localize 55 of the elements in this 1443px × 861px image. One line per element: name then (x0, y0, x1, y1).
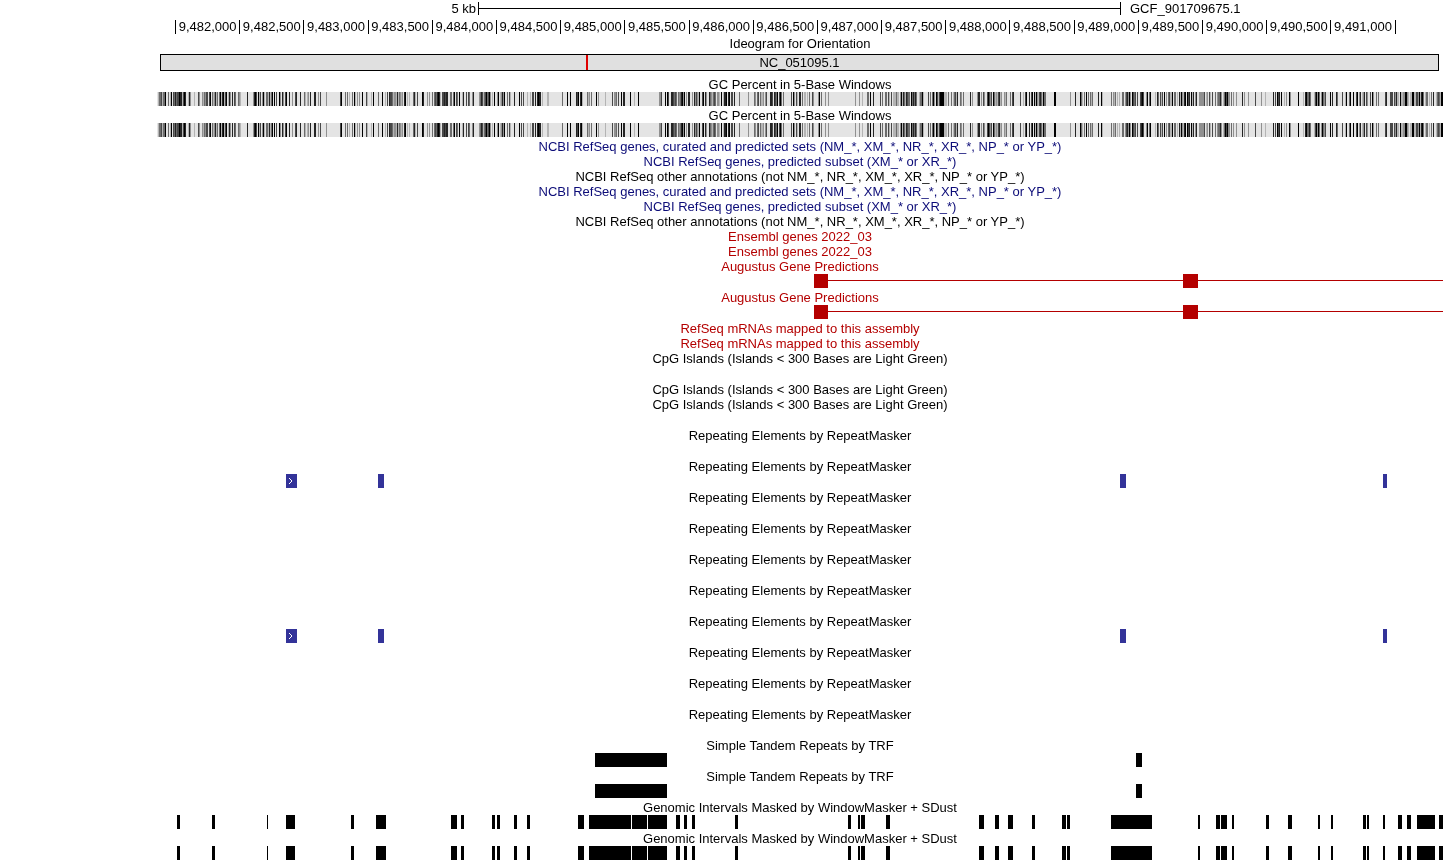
track-title: NCBI RefSeq genes, curated and predicted sets (NM_*, XM_*, NR_*, XR_*, NP_* or YP_*) (538, 184, 1062, 199)
chromosome-name: NC_051095.1 (759, 55, 840, 70)
track-title: Genomic Intervals Masked by WindowMasker + SDust (643, 831, 957, 846)
track-title: NCBI RefSeq genes, predicted subset (XM_* or XR_*) (643, 154, 957, 169)
track-title: Repeating Elements by RepeatMasker (688, 614, 912, 629)
ruler-tick-label: 9,488,500 (1012, 17, 1072, 36)
track-title: Repeating Elements by RepeatMasker (688, 490, 912, 505)
track-title: RefSeq mRNAs mapped to this assembly (680, 321, 920, 336)
track-title: CpG Islands (Islands < 300 Bases are Light Green) (652, 382, 948, 397)
track-title: Augustus Gene Predictions (721, 290, 879, 305)
track-title: Repeating Elements by RepeatMasker (688, 583, 912, 598)
track-title: Repeating Elements by RepeatMasker (688, 521, 912, 536)
track-title: Repeating Elements by RepeatMasker (688, 645, 912, 660)
track-title: Augustus Gene Predictions (721, 259, 879, 274)
track-title: NCBI RefSeq genes, predicted subset (XM_* or XR_*) (643, 199, 957, 214)
ruler-tick-label: 9,490,500 (1268, 17, 1329, 36)
track-title: Repeating Elements by RepeatMasker (688, 459, 912, 474)
ruler-tick-label: 9,490,000 (1204, 17, 1265, 36)
ruler-tick-label: 9,487,000 (819, 17, 880, 36)
track-title: GC Percent in 5-Base Windows (708, 108, 892, 123)
ruler-tick-label: 9,486,500 (755, 17, 816, 36)
track-title: NCBI RefSeq other annotations (not NM_*, NR_*, XM_*, XR_*, NP_* or YP_*) (575, 214, 1025, 229)
assembly-name: GCF_901709675.1 (1130, 0, 1241, 17)
ruler-tick-label: 9,482,500 (241, 17, 302, 36)
track-title: CpG Islands (Islands < 300 Bases are Light Green) (652, 351, 948, 366)
track-title: Simple Tandem Repeats by TRF (706, 769, 894, 784)
ruler-tick-label: 9,484,500 (498, 17, 559, 36)
track-title: Repeating Elements by RepeatMasker (688, 707, 912, 722)
track-title: GC Percent in 5-Base Windows (708, 77, 892, 92)
ruler-tick-label: 9,486,000 (691, 17, 751, 36)
ruler-tick-label: 9,489,500 (1140, 17, 1201, 36)
track-title: Repeating Elements by RepeatMasker (688, 552, 912, 567)
ruler-tick-label: 9,487,500 (883, 17, 944, 36)
track-title: RefSeq mRNAs mapped to this assembly (680, 336, 920, 351)
ruler-tick-label: 9,488,000 (947, 17, 1008, 36)
track-title: NCBI RefSeq genes, curated and predicted sets (NM_*, XM_*, NR_*, XR_*, NP_* or YP_*) (538, 139, 1062, 154)
scale-label: 5 kb (451, 0, 476, 17)
ruler-tick-label: 9,491,000 (1333, 17, 1393, 36)
ideogram-title: Ideogram for Orientation (729, 36, 871, 51)
track-title: Repeating Elements by RepeatMasker (688, 676, 912, 691)
ruler-tick-label: 9,483,000 (306, 17, 366, 36)
ruler-tick-label: 9,482,000 (177, 17, 238, 36)
track-title: Ensembl genes 2022_03 (728, 244, 872, 259)
track-title: Repeating Elements by RepeatMasker (688, 428, 912, 443)
position-marker-icon (586, 55, 588, 70)
ruler-tick-label: 9,484,000 (434, 17, 495, 36)
track-title: CpG Islands (Islands < 300 Bases are Light Green) (652, 397, 948, 412)
track-title: Simple Tandem Repeats by TRF (706, 738, 894, 753)
ruler-tick-label: 9,485,500 (627, 17, 687, 36)
ruler-tick-label: 9,485,000 (562, 17, 623, 36)
ruler-tick-label: 9,489,000 (1076, 17, 1137, 36)
track-title: NCBI RefSeq other annotations (not NM_*, NR_*, XM_*, XR_*, NP_* or YP_*) (575, 169, 1025, 184)
track-title: Ensembl genes 2022_03 (728, 229, 872, 244)
ruler-tick-label: 9,483,500 (370, 17, 431, 36)
track-title: Genomic Intervals Masked by WindowMasker + SDust (643, 800, 957, 815)
